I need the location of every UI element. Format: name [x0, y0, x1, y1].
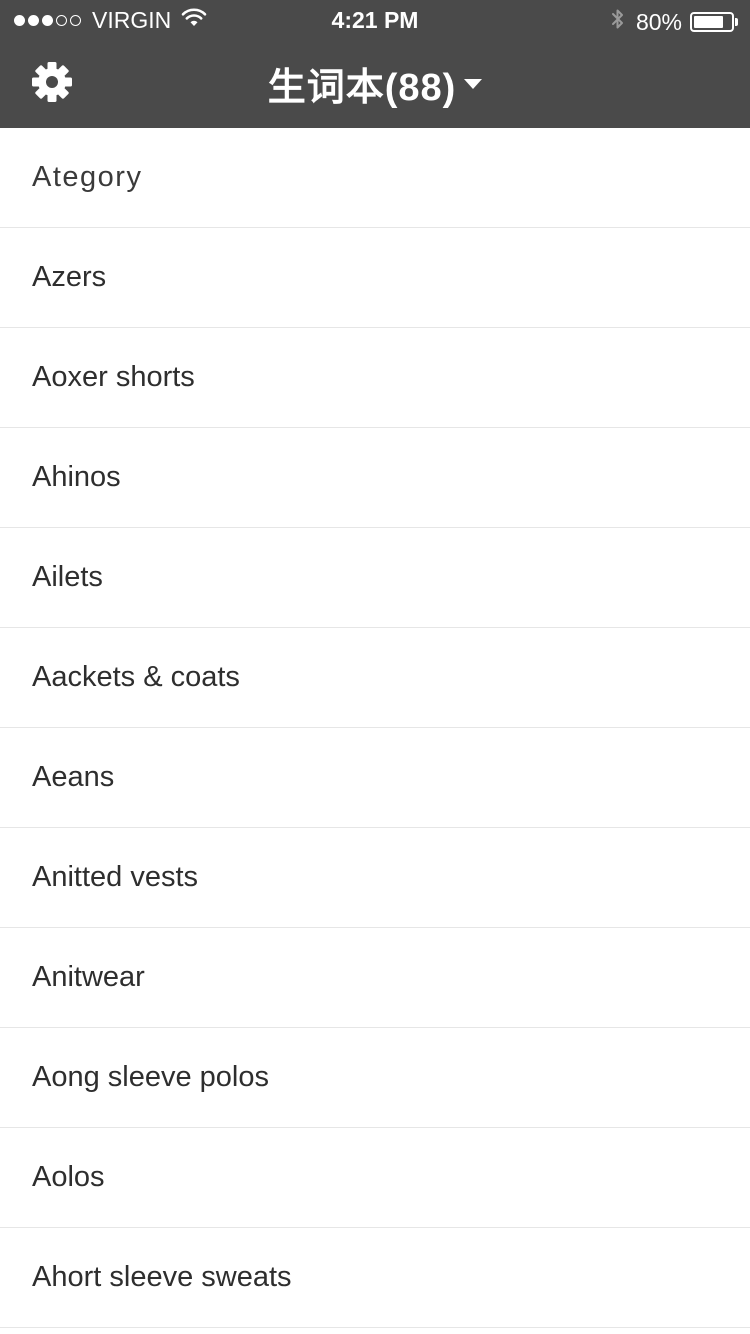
list-item[interactable]: Ailets: [0, 528, 750, 628]
list-item[interactable]: Ahinos: [0, 428, 750, 528]
list-item-label: Aong sleeve polos: [32, 1061, 269, 1093]
page-title: 生词本(88): [267, 67, 457, 109]
battery-icon: [690, 12, 734, 32]
battery-percent: 80%: [635, 8, 682, 35]
list-item-label: Anitwear: [32, 961, 145, 993]
list-item[interactable]: Aackets & coats: [0, 628, 750, 728]
list-item[interactable]: Azers: [0, 228, 750, 328]
list-item-label: Aoxer shorts: [32, 361, 195, 393]
list-item[interactable]: Anitted vests: [0, 828, 750, 928]
list-item[interactable]: Aolos: [0, 1128, 750, 1228]
list-item[interactable]: Aong sleeve polos: [0, 1028, 750, 1128]
list-item[interactable]: Aoxer shorts: [0, 328, 750, 428]
list-item-label: Ahinos: [32, 461, 121, 493]
list-item-label: Ategory: [32, 161, 143, 193]
list-item[interactable]: Ategory: [0, 128, 750, 228]
word-list: Ategory Azers Aoxer shorts Ahinos Ailets…: [0, 128, 750, 1328]
caret-down-icon: [464, 78, 483, 89]
top-bar: VIRGIN 4:21 PM 80% 生词本(88): [0, 0, 750, 128]
list-item[interactable]: Anitwear: [0, 928, 750, 1028]
list-item-label: Azers: [32, 261, 107, 293]
list-item-label: Anitted vests: [32, 861, 199, 893]
status-right: 80%: [610, 7, 738, 37]
list-item-label: Aeans: [32, 761, 115, 793]
wordbook-selector[interactable]: 生词本(88): [0, 56, 750, 111]
list-item-label: Aackets & coats: [32, 661, 240, 693]
list-item[interactable]: Aeans: [0, 728, 750, 828]
bluetooth-icon: [610, 7, 626, 37]
battery-tip: [735, 18, 738, 26]
list-item-label: Ahort sleeve sweats: [32, 1261, 292, 1293]
status-bar: VIRGIN 4:21 PM 80%: [0, 0, 750, 40]
list-item-label: Ailets: [32, 561, 103, 593]
battery-level-fill: [694, 16, 723, 28]
list-item-label: Aolos: [32, 1161, 105, 1193]
list-item[interactable]: Ahort sleeve sweats: [0, 1228, 750, 1328]
